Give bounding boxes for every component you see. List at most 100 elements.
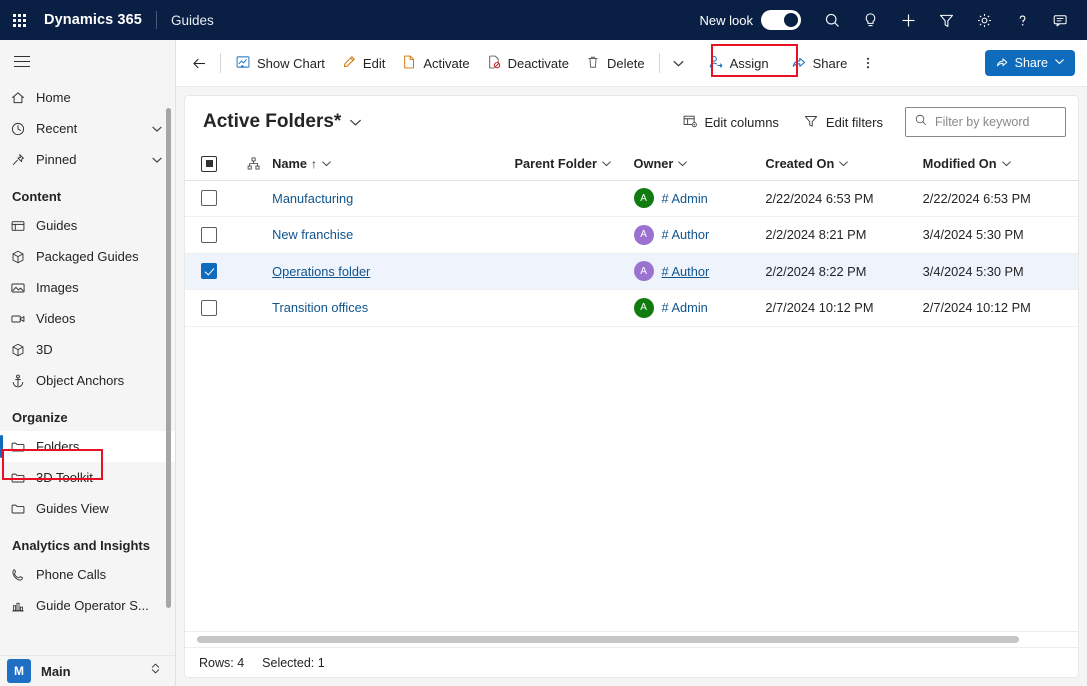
row-name-cell: Transition offices <box>272 290 514 327</box>
row-name-link[interactable]: New franchise <box>272 227 353 242</box>
search-input[interactable] <box>935 115 1055 129</box>
sidebar-item-label: Phone Calls <box>36 567 106 582</box>
chevron-down-icon[interactable] <box>1054 56 1065 70</box>
sidebar-item-packaged-guides[interactable]: Packaged Guides <box>0 241 175 272</box>
row-owner-link[interactable]: # Admin <box>662 191 708 206</box>
chevron-down-icon[interactable] <box>838 158 849 169</box>
column-header-owner[interactable]: Owner <box>634 148 766 180</box>
sidebar-item-label: Videos <box>36 311 76 326</box>
sidebar-item-guides[interactable]: Guides <box>0 210 175 241</box>
deactivate-button[interactable]: Deactivate <box>478 48 577 78</box>
delete-button[interactable]: Delete <box>577 48 653 78</box>
row-checkbox[interactable] <box>201 300 217 316</box>
gear-icon[interactable] <box>965 0 1003 40</box>
share-button[interactable]: Share <box>783 48 856 78</box>
sidebar-item-label: Home <box>36 90 71 105</box>
sidebar-item-folders[interactable]: Folders <box>0 431 175 462</box>
sidebar-item-images[interactable]: Images <box>0 272 175 303</box>
sidebar-item-home[interactable]: Home <box>0 82 175 113</box>
row-modified-on-cell: 3/4/2024 5:30 PM <box>923 217 1079 254</box>
anchor-icon <box>10 373 36 389</box>
main-content: Show Chart Edit Activate Deactivate Dele <box>176 40 1087 686</box>
row-select-cell[interactable] <box>185 180 234 217</box>
select-all-checkbox[interactable] <box>201 156 217 172</box>
sidebar-item-3d-toolkit[interactable]: 3D Toolkit <box>0 462 175 493</box>
pencil-icon <box>341 54 357 73</box>
hamburger-icon[interactable] <box>0 40 44 82</box>
chevron-down-icon[interactable] <box>601 158 612 169</box>
row-name-link[interactable]: Manufacturing <box>272 191 353 206</box>
column-header-name[interactable]: Name ↑ <box>272 148 514 180</box>
row-created-on-cell: 2/2/2024 8:21 PM <box>765 217 922 254</box>
chevron-updown-icon[interactable] <box>149 662 162 680</box>
sidebar-item-3d[interactable]: 3D <box>0 334 175 365</box>
row-name-link[interactable]: Transition offices <box>272 300 368 315</box>
share-primary-button[interactable]: Share <box>985 50 1075 76</box>
row-checkbox[interactable] <box>201 227 217 243</box>
edit-button[interactable]: Edit <box>333 48 393 78</box>
row-created-on-cell: 2/7/2024 10:12 PM <box>765 290 922 327</box>
row-select-cell[interactable] <box>185 217 234 254</box>
chevron-down-icon[interactable] <box>1001 158 1012 169</box>
more-vertical-icon[interactable] <box>855 48 881 78</box>
page-title[interactable]: Active Folders* <box>203 111 341 133</box>
row-modified-on-cell: 2/7/2024 10:12 PM <box>923 290 1079 327</box>
table-row[interactable]: New franchise A # Author 2/2/2024 8:21 P… <box>185 217 1079 254</box>
hierarchy-icon[interactable] <box>234 156 272 171</box>
activate-button[interactable]: Activate <box>393 48 477 78</box>
table-row[interactable]: Transition offices A # Admin 2/7/2024 10… <box>185 290 1079 327</box>
edit-columns-button[interactable]: Edit columns <box>672 107 789 137</box>
chevron-down-icon[interactable] <box>677 158 688 169</box>
app-switcher[interactable]: M Main <box>0 655 176 686</box>
rows-count-label: Rows: 4 <box>199 656 244 670</box>
table-row[interactable]: Operations folder A # Author 2/2/2024 8:… <box>185 253 1079 290</box>
row-checkbox[interactable] <box>201 263 217 279</box>
search-icon[interactable] <box>813 0 851 40</box>
horizontal-scrollbar[interactable] <box>185 631 1079 647</box>
folder-icon <box>10 501 36 517</box>
horizontal-scrollbar-thumb[interactable] <box>197 636 1019 643</box>
column-header-parent-folder[interactable]: Parent Folder <box>515 148 634 180</box>
lightbulb-icon[interactable] <box>851 0 889 40</box>
command-divider <box>659 53 660 73</box>
sidebar-item-guides-view[interactable]: Guides View <box>0 493 175 524</box>
search-box[interactable] <box>905 107 1066 137</box>
row-name-link[interactable]: Operations folder <box>272 264 370 279</box>
row-owner-link[interactable]: # Admin <box>662 300 708 315</box>
brand-title[interactable]: Dynamics 365 <box>44 12 142 28</box>
guides-icon <box>10 218 36 234</box>
sidebar-item-object-anchors[interactable]: Object Anchors <box>0 365 175 396</box>
sidebar-item-videos[interactable]: Videos <box>0 303 175 334</box>
app-launcher-icon[interactable] <box>0 0 38 40</box>
table-row[interactable]: Manufacturing A # Admin 2/22/2024 6:53 P… <box>185 180 1079 217</box>
row-owner-link[interactable]: # Author <box>662 264 710 279</box>
show-chart-button[interactable]: Show Chart <box>227 48 333 78</box>
edit-filters-button[interactable]: Edit filters <box>793 107 893 137</box>
new-look-toggle[interactable] <box>761 10 801 30</box>
assign-button[interactable]: Assign <box>700 48 777 78</box>
row-owner-link[interactable]: # Author <box>662 227 710 242</box>
sidebar-item-pinned[interactable]: Pinned <box>0 144 175 175</box>
sidebar-item-phone-calls[interactable]: Phone Calls <box>0 559 175 590</box>
row-checkbox[interactable] <box>201 190 217 206</box>
chevron-down-icon[interactable] <box>151 154 163 166</box>
sidebar-item-recent[interactable]: Recent <box>0 113 175 144</box>
sidebar-item-guide-operator-stats[interactable]: Guide Operator S... <box>0 590 175 621</box>
back-arrow-icon[interactable] <box>184 48 214 78</box>
chevron-down-icon[interactable] <box>151 123 163 135</box>
help-icon[interactable] <box>1003 0 1041 40</box>
row-select-cell[interactable] <box>185 253 234 290</box>
feedback-icon[interactable] <box>1041 0 1079 40</box>
sidebar-item-label: Recent <box>36 121 77 136</box>
command-bar: Show Chart Edit Activate Deactivate Dele <box>176 40 1087 87</box>
plus-icon[interactable] <box>889 0 927 40</box>
column-header-created-on[interactable]: Created On <box>765 148 922 180</box>
filter-icon[interactable] <box>927 0 965 40</box>
row-select-cell[interactable] <box>185 290 234 327</box>
sidebar-scrollbar[interactable] <box>166 108 171 608</box>
chevron-down-icon[interactable] <box>666 48 692 78</box>
column-header-modified-on[interactable]: Modified On <box>923 148 1079 180</box>
app-name-label[interactable]: Guides <box>171 13 214 28</box>
view-selector-chevron-down-icon[interactable] <box>349 116 362 129</box>
chevron-down-icon[interactable] <box>321 158 332 169</box>
